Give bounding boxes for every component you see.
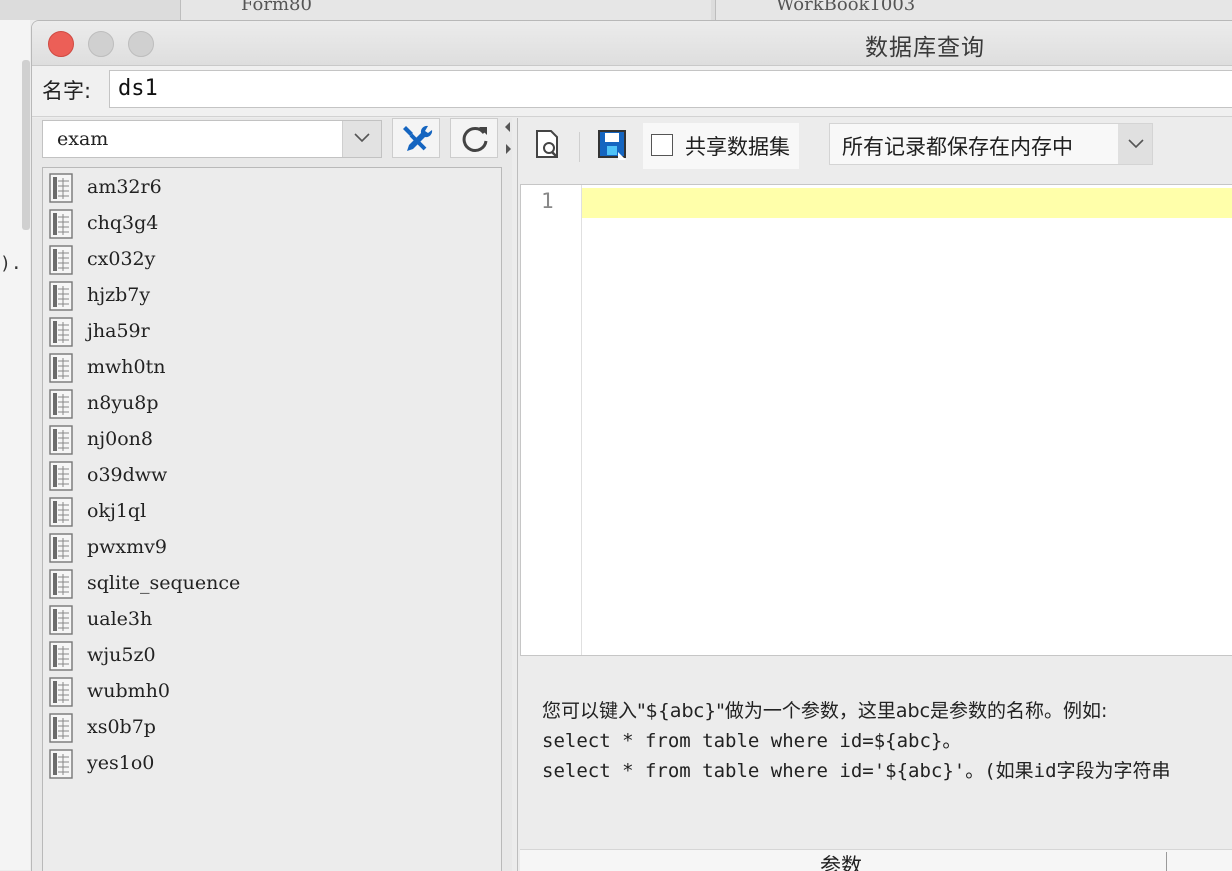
table-name: o39dww: [87, 464, 168, 486]
line-number-gutter: 1: [521, 185, 582, 655]
parameter-help-text: 您可以键入"${abc}"做为一个参数，这里abc是参数的名称。例如: sele…: [542, 696, 1171, 786]
table-list[interactable]: am32r6 chq3g4 cx032y hjzb7y jha59r mwh0tn n8yu…: [42, 167, 502, 871]
line-number: 1: [541, 189, 554, 213]
background-scrollbar: [22, 60, 30, 230]
help-line: 您可以键入"${abc}"做为一个参数，这里abc是参数的名称。例如:: [542, 700, 1108, 722]
database-select[interactable]: exam: [42, 120, 382, 158]
table-name: nj0on8: [87, 428, 153, 450]
chevron-down-icon[interactable]: [1118, 124, 1152, 164]
table-icon: [49, 245, 73, 275]
table-name: mwh0tn: [87, 356, 166, 378]
table-icon: [49, 749, 73, 779]
table-browser-panel: exam am32r6 chq3g4 cx032y hjzb7y jha59r …: [32, 118, 512, 871]
table-name: wju5z0: [87, 644, 156, 666]
background-tab-strip: Form80 WorkBook1003: [0, 0, 1232, 20]
table-name: sqlite_sequence: [87, 572, 241, 594]
memory-mode-value: 所有记录都保存在内存中: [842, 135, 1073, 159]
background-tab[interactable]: WorkBook1003: [715, 0, 1232, 20]
background-tab-label: Form80: [241, 0, 312, 15]
parameter-column-header[interactable]: 参数: [820, 850, 862, 871]
close-window-button[interactable]: [48, 31, 74, 57]
table-icon: [49, 569, 73, 599]
table-icon: [49, 641, 73, 671]
table-name: am32r6: [87, 176, 162, 198]
table-icon: [49, 677, 73, 707]
database-query-dialog: 数据库查询 名字: ds1 exam am32r6 chq3g4 cx032y …: [31, 20, 1232, 871]
memory-mode-select[interactable]: 所有记录都保存在内存中: [829, 123, 1153, 165]
table-name: wubmh0: [87, 680, 171, 702]
query-panel: 共享数据集 所有记录都保存在内存中 1 您可以键入"${abc}"做为一个参数，…: [517, 118, 1232, 871]
column-divider[interactable]: [1166, 852, 1167, 871]
table-icon: [49, 209, 73, 239]
maximize-window-button[interactable]: [128, 31, 154, 57]
preview-icon: [532, 130, 564, 164]
table-icon: [49, 317, 73, 347]
table-name: chq3g4: [87, 212, 159, 234]
table-name: yes1o0: [87, 752, 155, 774]
save-button[interactable]: [596, 128, 628, 160]
table-icon: [49, 533, 73, 563]
table-icon: [49, 461, 73, 491]
share-dataset-option[interactable]: 共享数据集: [643, 123, 799, 169]
name-row: 名字: ds1: [32, 66, 1232, 117]
table-icon: [49, 353, 73, 383]
background-tab-label: WorkBook1003: [776, 0, 916, 15]
table-name: hjzb7y: [87, 284, 151, 306]
help-example-line: select * from table where id='${abc}'。(如…: [542, 760, 1171, 782]
table-name: okj1ql: [87, 500, 147, 522]
name-input[interactable]: ds1: [109, 70, 1232, 108]
splitter-arrows-icon[interactable]: [504, 118, 512, 158]
title-bar[interactable]: 数据库查询: [32, 21, 1232, 66]
table-icon: [49, 605, 73, 635]
help-example-line: select * from table where id=${abc}。: [542, 730, 962, 752]
table-name: xs0b7p: [87, 716, 156, 738]
table-name: n8yu8p: [87, 392, 159, 414]
table-icon: [49, 389, 73, 419]
table-name: pwxmv9: [87, 536, 167, 558]
table-icon: [49, 173, 73, 203]
table-name: uale3h: [87, 608, 153, 630]
toolbar-separator: [579, 132, 580, 162]
query-toolbar: 共享数据集 所有记录都保存在内存中: [518, 118, 1232, 180]
preview-button[interactable]: [532, 128, 564, 160]
background-text-fragment: ).: [0, 253, 22, 274]
parameter-table-header: 参数: [520, 849, 1232, 871]
sql-editor[interactable]: 1: [520, 184, 1232, 656]
save-icon: [596, 130, 628, 164]
chevron-down-icon[interactable]: [342, 121, 381, 157]
current-line-highlight[interactable]: [582, 188, 1232, 218]
table-name: cx032y: [87, 248, 156, 270]
background-tab[interactable]: Form80: [180, 0, 711, 20]
table-name: jha59r: [87, 320, 150, 342]
background-editor-edge: ).: [0, 20, 30, 870]
table-icon: [49, 281, 73, 311]
share-dataset-checkbox[interactable]: [651, 134, 673, 156]
refresh-button[interactable]: [450, 118, 498, 158]
connection-settings-button[interactable]: [392, 118, 440, 158]
table-icon: [49, 713, 73, 743]
minimize-window-button[interactable]: [88, 31, 114, 57]
name-label: 名字:: [42, 79, 92, 103]
database-select-value: exam: [57, 128, 109, 150]
window-title: 数据库查询: [865, 35, 985, 61]
share-dataset-label: 共享数据集: [685, 135, 790, 159]
table-icon: [49, 425, 73, 455]
table-icon: [49, 497, 73, 527]
